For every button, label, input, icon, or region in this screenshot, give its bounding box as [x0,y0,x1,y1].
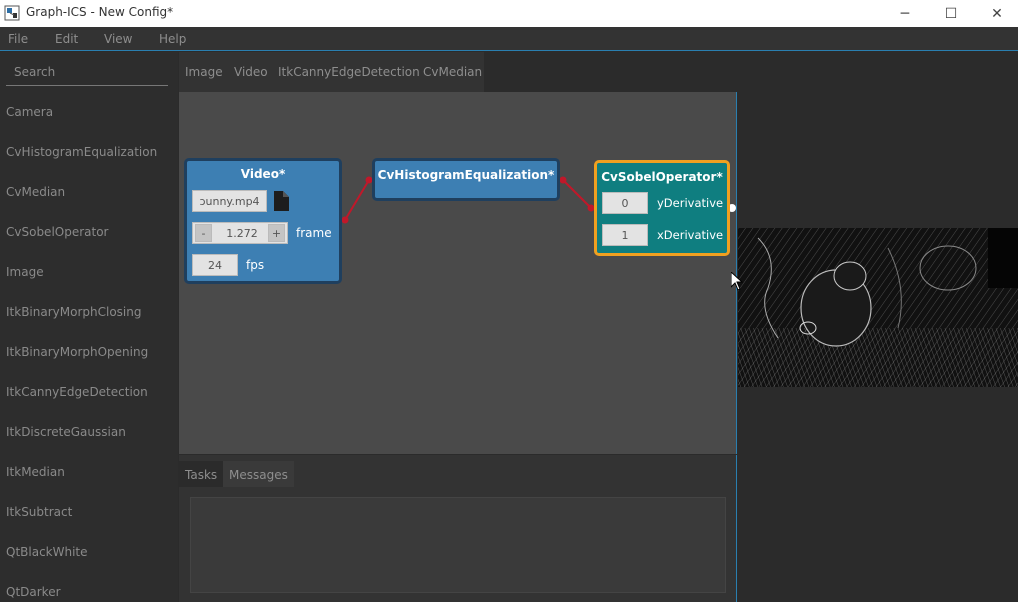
graph-canvas[interactable]: Video* ɔunny.mp4 - 1.272 + frame 24 fps … [179,92,737,454]
component-item-cvhistogramequalization[interactable]: CvHistogramEqualization [6,145,157,159]
component-sidebar: Search Camera CvHistogramEqualization Cv… [0,52,178,602]
component-item-itksubtract[interactable]: ItkSubtract [6,505,72,519]
y-derivative-field[interactable]: 0 [602,192,648,214]
video-output-port [341,216,349,224]
frame-decrement-button[interactable]: - [195,224,212,242]
minimize-icon: ─ [900,5,910,22]
maximize-button[interactable]: ☐ [928,0,974,27]
edge-histogram-sobel [562,179,592,209]
frame-value[interactable]: 1.272 [220,224,264,242]
frame-increment-button[interactable]: + [268,224,285,242]
sobel-node[interactable]: CvSobelOperator* 0 yDerivative 1 xDeriva… [594,160,730,256]
bottom-panel: Tasks Messages [179,455,737,602]
sobel-node-title: CvSobelOperator* [601,170,723,184]
file-icon[interactable] [273,191,289,211]
tab-itkcannyedgedetection[interactable]: ItkCannyEdgeDetection [278,65,420,79]
menu-view[interactable]: View [104,32,132,46]
y-derivative-label: yDerivative [657,196,724,210]
menu-help[interactable]: Help [159,32,186,46]
app-icon [4,5,20,21]
minimize-button[interactable]: ─ [882,0,928,27]
component-item-cvsobeloperator[interactable]: CvSobelOperator [6,225,109,239]
fps-field[interactable]: 24 [192,254,238,276]
histogram-output-port [559,176,567,184]
edge-image [738,228,1018,387]
component-item-image[interactable]: Image [6,265,44,279]
component-item-itkbinarymorphclosing[interactable]: ItkBinaryMorphClosing [6,305,141,319]
menu-file[interactable]: File [8,32,28,46]
component-item-itkdiscretegaussian[interactable]: ItkDiscreteGaussian [6,425,126,439]
video-node-title: Video* [240,167,286,181]
file-path-field[interactable]: ɔunny.mp4 [192,190,267,212]
component-item-qtdarker[interactable]: QtDarker [6,585,61,599]
menu-bar: File Edit View Help [0,27,1018,51]
title-bar: Graph-ICS - New Config* ─ ☐ ✕ [0,0,1018,27]
tab-cvmedian[interactable]: CvMedian [423,65,482,79]
window-title: Graph-ICS - New Config* [26,5,174,19]
search-input[interactable]: Search [6,62,168,86]
component-item-cvmedian[interactable]: CvMedian [6,185,65,199]
tab-video[interactable]: Video [234,65,268,79]
component-item-itkbinarymorphopening[interactable]: ItkBinaryMorphOpening [6,345,148,359]
close-button[interactable]: ✕ [974,0,1018,27]
tasks-list [190,497,726,593]
edge-video-histogram [344,179,370,221]
x-derivative-label: xDerivative [657,228,724,242]
maximize-icon: ☐ [944,5,958,22]
config-tab-bar: Image Video ItkCannyEdgeDetection CvMedi… [179,52,484,92]
histogram-node-title: CvHistogramEqualization* [377,168,555,182]
histogram-node[interactable]: CvHistogramEqualization* [372,158,560,201]
mouse-cursor-icon [731,272,743,291]
tab-tasks[interactable]: Tasks [179,461,224,487]
component-item-camera[interactable]: Camera [6,105,53,119]
component-item-itkmedian[interactable]: ItkMedian [6,465,65,479]
frame-label: frame [296,226,332,240]
tab-messages[interactable]: Messages [223,461,294,487]
fps-label: fps [246,258,265,272]
tab-image[interactable]: Image [185,65,223,79]
video-node[interactable]: Video* ɔunny.mp4 - 1.272 + frame 24 fps [184,158,342,284]
menu-edit[interactable]: Edit [55,32,78,46]
output-preview-image [738,228,1018,387]
x-derivative-field[interactable]: 1 [602,224,648,246]
component-item-itkcannyedgedetection[interactable]: ItkCannyEdgeDetection [6,385,148,399]
component-item-qtblackwhite[interactable]: QtBlackWhite [6,545,88,559]
close-icon: ✕ [991,5,1003,22]
